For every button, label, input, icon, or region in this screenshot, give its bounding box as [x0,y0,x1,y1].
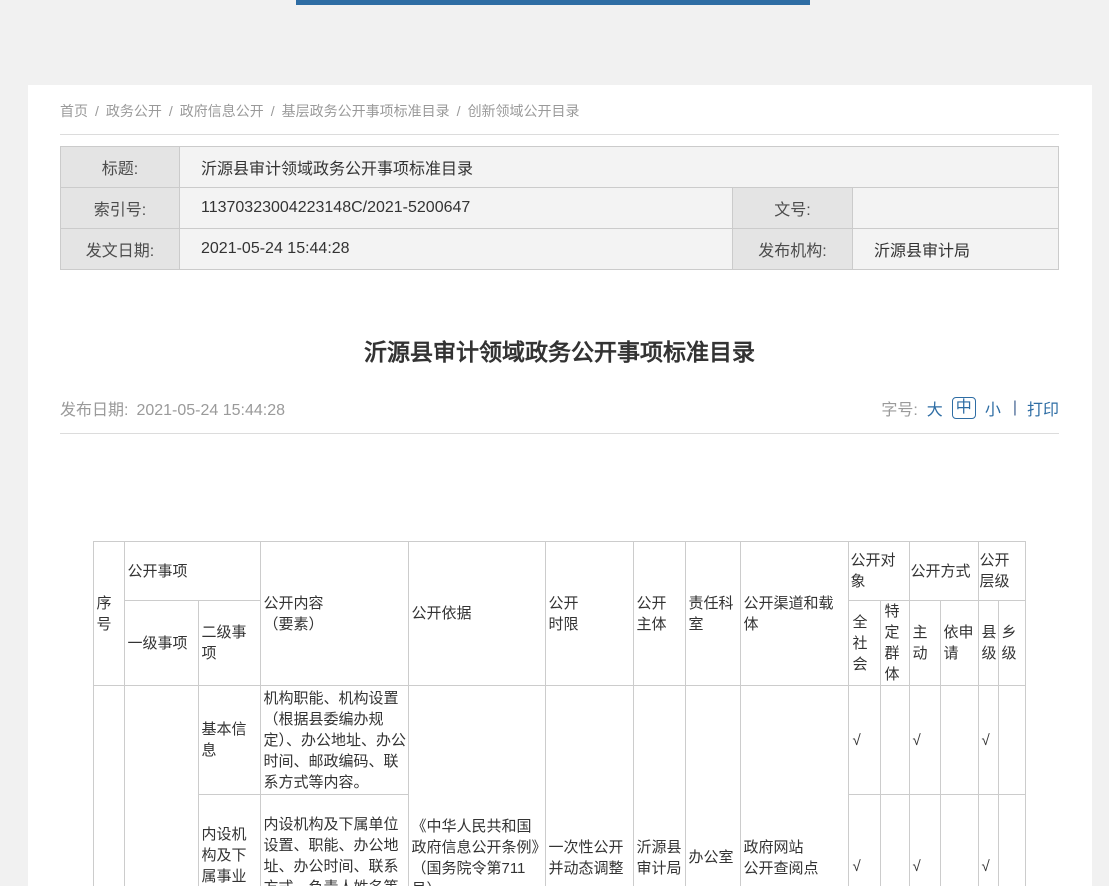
breadcrumb-link-xinxi[interactable]: 政府信息公开 [180,103,264,119]
breadcrumb-separator: / [457,103,461,119]
font-size-large-button[interactable]: 大 [927,396,943,420]
header-subject: 公开 主体 [634,542,686,686]
publish-info-bar: 发布日期: 2021-05-24 15:44:28 字号: 大 中 小 | 打印 [60,396,1059,420]
tools-separator: | [1013,399,1017,417]
breadcrumb-link-zhengwu[interactable]: 政务公开 [106,103,162,119]
cell-level2: 基本信息 [199,686,261,795]
cell-content: 机构职能、机构设置（根据县委编办规定）、办公地址、办公时间、邮政编码、联系方式等… [261,686,409,795]
publish-date: 发布日期: 2021-05-24 15:44:28 [60,396,285,420]
page-title: 沂源县审计领域政务公开事项标准目录 [60,334,1059,370]
cell-check-level-county: √ [978,795,998,886]
header-time-limit: 公开 时限 [546,542,634,686]
header-channel: 公开渠道和载 体 [741,542,849,686]
cell-channel: 政府网站 公开查阅点 [741,686,849,886]
cell-serial [94,686,125,886]
top-nav-bar-remnant [296,0,810,5]
cell-check-audience-all: √ [849,686,881,795]
header-level-township: 乡 级 [998,601,1025,686]
cell-check-audience-all: √ [849,795,881,886]
breadcrumb-link-chuangxin[interactable]: 创新领域公开目录 [468,103,580,119]
cell-level2: 内设机构及下属事业单位 [199,795,261,886]
cell-check-method-request [940,795,978,886]
font-size-medium-button[interactable]: 中 [952,397,976,419]
cell-check-level-county: √ [978,686,998,795]
cell-department: 办公室 [686,686,741,886]
meta-issue-date-label: 发文日期: [61,229,180,270]
cell-check-method-active: √ [909,795,940,886]
breadcrumb-divider [60,134,1059,135]
breadcrumb-link-jiceng[interactable]: 基层政务公开事项标准目录 [282,103,450,119]
cell-subject: 沂源县审计局 [634,686,686,886]
header-serial: 序 号 [94,542,125,686]
meta-index-label: 索引号: [61,188,180,229]
header-department: 责任科 室 [686,542,741,686]
header-level2: 二级事 项 [199,601,261,686]
font-size-small-button[interactable]: 小 [985,396,1001,420]
header-level1: 一级事项 [125,601,199,686]
meta-title-label: 标题: [61,147,180,188]
cell-check-method-active: √ [909,686,940,795]
meta-issuing-org-label: 发布机构: [733,229,853,270]
cell-level1 [125,686,199,886]
meta-issue-date-value: 2021-05-24 15:44:28 [180,229,733,270]
header-basis: 公开依据 [409,542,546,686]
header-items-group: 公开事项 [125,542,261,601]
breadcrumb-separator: / [271,103,275,119]
print-button[interactable]: 打印 [1027,396,1059,420]
header-method-request: 依申 请 [940,601,978,686]
font-size-label: 字号: [881,396,917,420]
meta-doc-number-value [853,188,1059,229]
content-card: 首页 / 政务公开 / 政府信息公开 / 基层政务公开事项标准目录 / 创新领域公开目录 标题:… [28,85,1092,886]
breadcrumb-link-home[interactable]: 首页 [60,103,88,119]
cell-check-method-request [940,686,978,795]
page-tools: 字号: 大 中 小 | 打印 [881,396,1059,420]
title-divider [60,433,1059,434]
breadcrumb-separator: / [169,103,173,119]
publish-date-value: 2021-05-24 15:44:28 [136,402,285,419]
header-audience-specific: 特 定 群 体 [881,601,909,686]
cell-check-audience-specific [881,795,909,886]
meta-row-title: 标题: 沂源县审计领域政务公开事项标准目录 [61,147,1059,188]
header-method-group: 公开方式 [909,542,978,601]
cell-check-audience-specific [881,686,909,795]
catalog-body-row-1: 基本信息 机构职能、机构设置（根据县委编办规定）、办公地址、办公时间、邮政编码、… [94,686,1025,795]
header-level-group: 公开 层级 [978,542,1025,601]
meta-row-index: 索引号: 11370323004223148C/2021-5200647 文号: [61,188,1059,229]
header-content: 公开内容 （要素） [261,542,409,686]
meta-title-value: 沂源县审计领域政务公开事项标准目录 [180,147,1059,188]
catalog-header-row-1: 序 号 公开事项 公开内容 （要素） 公开依据 公开 时限 公开 主体 责任科 … [94,542,1025,601]
catalog-table: 序 号 公开事项 公开内容 （要素） 公开依据 公开 时限 公开 主体 责任科 … [93,541,1025,886]
meta-issuing-org-value: 沂源县审计局 [853,229,1059,270]
publish-date-label: 发布日期: [60,402,128,419]
meta-row-date: 发文日期: 2021-05-24 15:44:28 发布机构: 沂源县审计局 [61,229,1059,270]
meta-doc-number-label: 文号: [733,188,853,229]
breadcrumb-separator: / [95,103,99,119]
header-method-active: 主 动 [909,601,940,686]
document-meta-table: 标题: 沂源县审计领域政务公开事项标准目录 索引号: 1137032300422… [60,146,1059,270]
meta-index-value: 11370323004223148C/2021-5200647 [180,188,733,229]
cell-check-level-township [998,795,1025,886]
breadcrumb: 首页 / 政务公开 / 政府信息公开 / 基层政务公开事项标准目录 / 创新领域公开目录 [60,101,1059,121]
cell-check-level-township [998,686,1025,795]
header-audience-group: 公开对 象 [849,542,909,601]
cell-content: 内设机构及下属单位设置、职能、办公地址、办公时间、联系方式、负责人姓名等内容。 [261,795,409,886]
cell-time-limit: 一次性公开并动态调整 [546,686,634,886]
cell-basis: 《中华人民共和国政府信息公开条例》（国务院令第711号） [409,686,546,886]
header-level-county: 县 级 [978,601,998,686]
header-audience-all: 全社 会 [849,601,881,686]
catalog-table-container: 序 号 公开事项 公开内容 （要素） 公开依据 公开 时限 公开 主体 责任科 … [60,541,1059,886]
